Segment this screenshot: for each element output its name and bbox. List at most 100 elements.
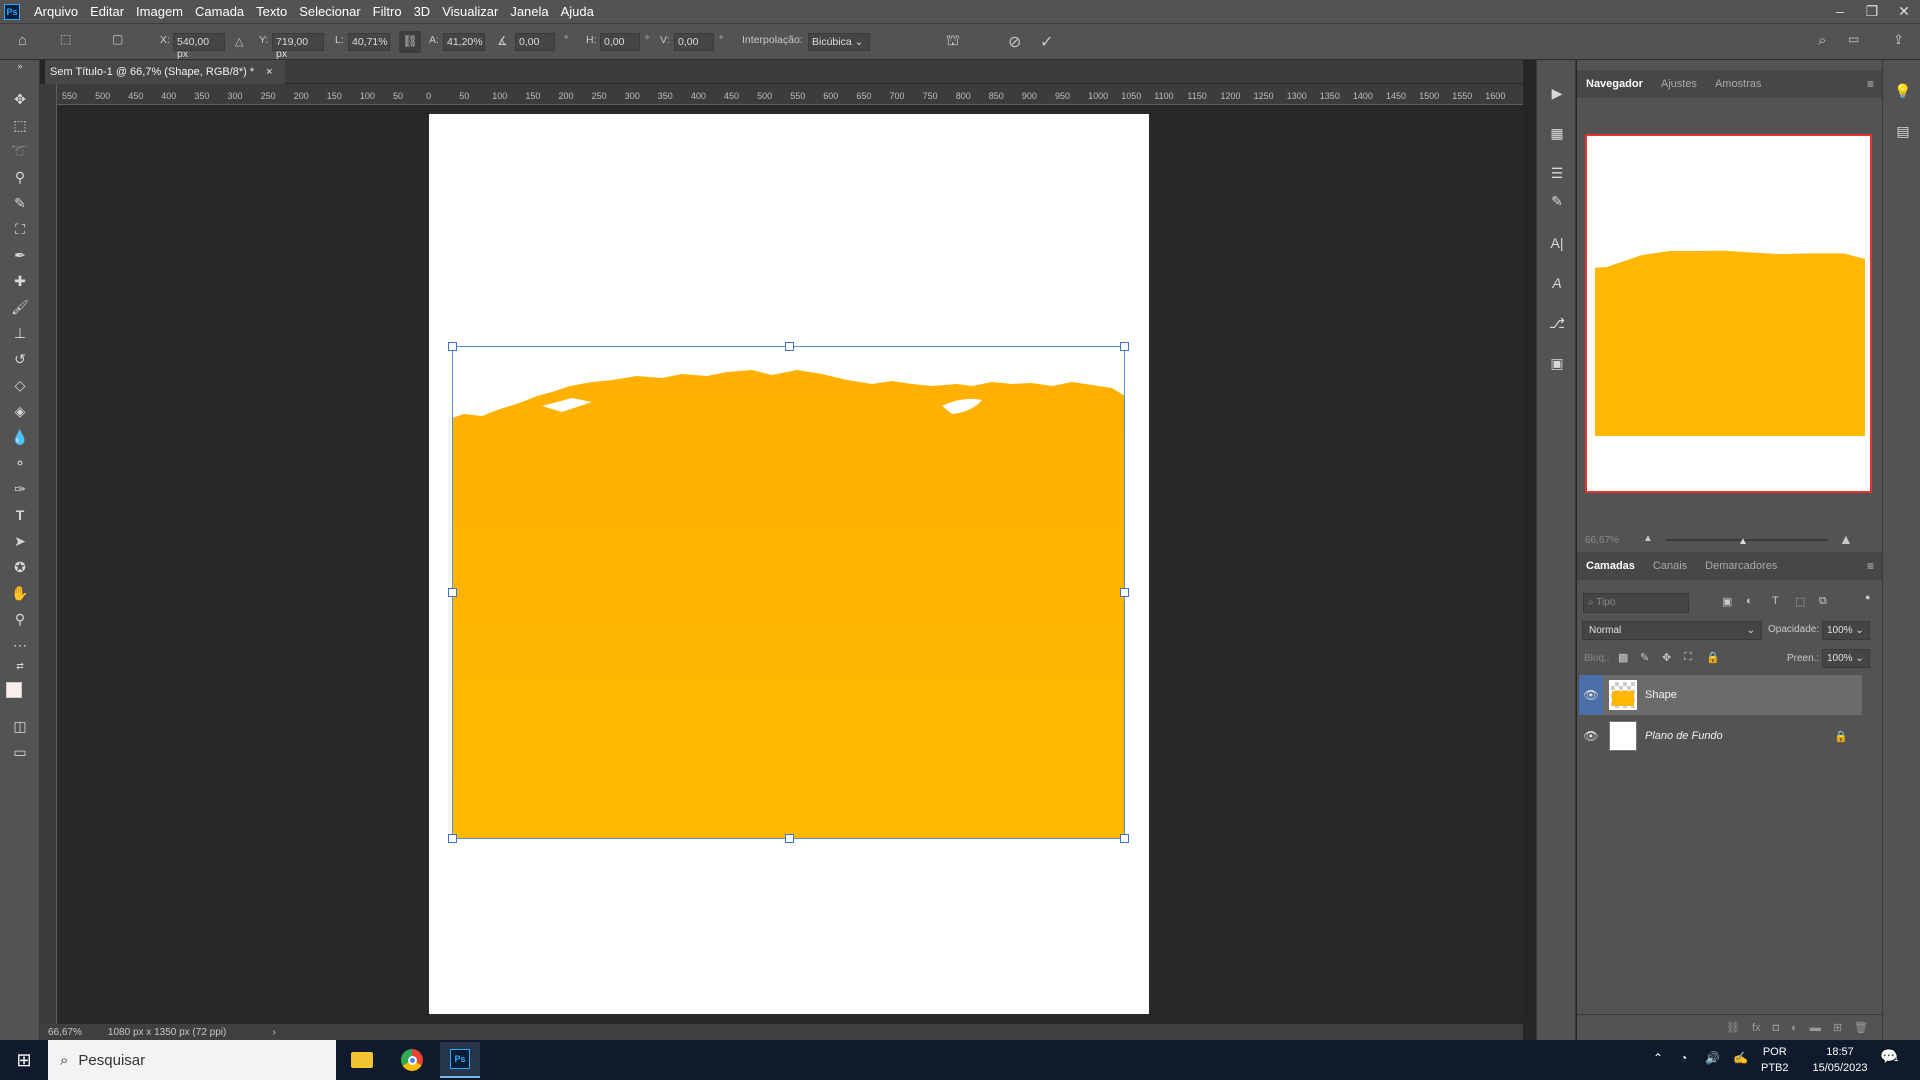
link-aspect-icon[interactable]: ⛓: [399, 31, 421, 53]
adjustment-layer-icon[interactable]: ◐: [1791, 1022, 1798, 1034]
brush-selection-icon[interactable]: ✎: [9, 192, 31, 214]
filter-toggle-icon[interactable]: ●: [1865, 592, 1870, 602]
brush-tool-icon[interactable]: 🖌: [9, 296, 31, 318]
interpolation-select[interactable]: Bicúbica ⌄: [808, 33, 870, 51]
file-explorer-icon[interactable]: [342, 1042, 382, 1078]
history-brush-icon[interactable]: ↺: [9, 348, 31, 370]
handle-middle-left[interactable]: [448, 588, 457, 597]
restore-icon[interactable]: ❐: [1856, 3, 1888, 20]
close-tab-icon[interactable]: ×: [266, 66, 272, 78]
document-tab[interactable]: Sem Título-1 @ 66,7% (Shape, RGB/8*) * ×: [45, 60, 285, 84]
new-group-icon[interactable]: ▬: [1810, 1022, 1821, 1034]
language-indicator[interactable]: POR PTB2: [1761, 1044, 1789, 1076]
lock-artboard-icon[interactable]: ⛶: [1684, 651, 1692, 664]
handle-top-right[interactable]: [1120, 342, 1129, 351]
histogram-icon[interactable]: ▦: [1546, 122, 1568, 144]
share-icon[interactable]: ⇪: [1893, 32, 1904, 48]
hskew-input[interactable]: 0,00: [600, 33, 640, 51]
vskew-input[interactable]: 0,00: [674, 33, 714, 51]
handle-bottom-right[interactable]: [1120, 834, 1129, 843]
character-icon[interactable]: A|: [1546, 232, 1568, 254]
notification-center-icon[interactable]: 💬1: [1880, 1048, 1898, 1065]
visibility-eye-icon[interactable]: 👁: [1579, 729, 1603, 743]
menu-editar[interactable]: Editar: [84, 0, 130, 23]
layer-name-background[interactable]: Plano de Fundo: [1645, 730, 1723, 742]
menu-ajuda[interactable]: Ajuda: [555, 0, 600, 23]
windows-start-icon[interactable]: ⊞: [0, 1050, 48, 1071]
network-icon[interactable]: ◔: [1680, 1051, 1687, 1065]
eraser-tool-icon[interactable]: ◇: [9, 374, 31, 396]
zoom-level[interactable]: 66,67%: [48, 1027, 82, 1038]
menu-filtro[interactable]: Filtro: [367, 0, 408, 23]
blur-tool-icon[interactable]: 💧: [9, 426, 31, 448]
menu-camada[interactable]: Camada: [189, 0, 250, 23]
width-input[interactable]: 40,71%: [348, 33, 390, 51]
glyphs-icon[interactable]: A: [1546, 272, 1568, 294]
swap-colors-icon[interactable]: ⇄: [9, 660, 31, 672]
collapse-toolbar-icon[interactable]: »: [9, 60, 31, 72]
screen-mode-icon[interactable]: ▭: [9, 741, 31, 763]
dodge-tool-icon[interactable]: ⚬: [9, 452, 31, 474]
libraries-icon[interactable]: ▣: [1546, 352, 1568, 374]
lock-position-icon[interactable]: ✥: [1662, 651, 1671, 664]
new-layer-icon[interactable]: ⊞: [1833, 1021, 1842, 1034]
filter-shape-icon[interactable]: ⬚: [1795, 595, 1805, 608]
relative-position-icon[interactable]: △: [235, 35, 243, 48]
move-tool-icon[interactable]: ✥: [9, 88, 31, 110]
magic-wand-tool-icon[interactable]: ⚲: [9, 166, 31, 188]
visibility-eye-icon[interactable]: 👁: [1579, 675, 1603, 715]
libraries-panel-icon[interactable]: ▤: [1892, 120, 1914, 142]
layer-filter-input[interactable]: ⌕ Tipo: [1583, 593, 1689, 613]
menu-arquivo[interactable]: Arquivo: [28, 0, 84, 23]
lock-transparent-icon[interactable]: ▩: [1618, 651, 1628, 664]
handle-top-center[interactable]: [785, 342, 794, 351]
quick-mask-icon[interactable]: ◫: [9, 715, 31, 737]
cancel-transform-icon[interactable]: ⊘: [1008, 32, 1021, 52]
workspace-icon[interactable]: ▭: [1848, 32, 1859, 46]
show-hidden-icons[interactable]: ⌃: [1653, 1051, 1663, 1065]
tab-camadas[interactable]: Camadas: [1577, 560, 1644, 572]
close-window-icon[interactable]: ✕: [1888, 3, 1920, 20]
handle-bottom-center[interactable]: [785, 834, 794, 843]
home-icon[interactable]: ⌂: [18, 32, 27, 49]
zoom-tool-icon[interactable]: ⚲: [9, 608, 31, 630]
handle-bottom-left[interactable]: [448, 834, 457, 843]
eyedropper-tool-icon[interactable]: ✒: [9, 244, 31, 266]
lasso-tool-icon[interactable]: ➰: [9, 140, 31, 162]
menu-3d[interactable]: 3D: [408, 0, 437, 23]
reference-point-icon[interactable]: ▢: [112, 32, 123, 46]
zoom-slider-thumb[interactable]: ▲: [1738, 536, 1748, 547]
paths-icon[interactable]: ⎇: [1546, 312, 1568, 334]
brushes-icon[interactable]: ✎: [1546, 190, 1568, 212]
blend-mode-select[interactable]: Normal ⌄: [1582, 621, 1762, 640]
pen-tool-icon[interactable]: ✑: [9, 478, 31, 500]
minimize-icon[interactable]: –: [1824, 3, 1856, 20]
opacity-input[interactable]: 100% ⌄: [1822, 621, 1870, 640]
handle-top-left[interactable]: [448, 342, 457, 351]
layer-row-shape[interactable]: 👁 Shape: [1579, 675, 1862, 715]
lock-all-icon[interactable]: 🔒: [1706, 651, 1720, 664]
foreground-color-swatch[interactable]: [6, 682, 22, 698]
zoom-in-icon[interactable]: ▲: [1839, 531, 1853, 547]
menu-janela[interactable]: Janela: [504, 0, 554, 23]
status-menu-icon[interactable]: ›: [272, 1027, 275, 1038]
healing-brush-icon[interactable]: ✚: [9, 270, 31, 292]
hand-tool-icon[interactable]: ✋: [9, 582, 31, 604]
transform-bounding-box[interactable]: [448, 342, 1129, 843]
fx-icon[interactable]: fx: [1752, 1022, 1761, 1034]
properties-icon[interactable]: ☰: [1546, 162, 1568, 184]
layer-name-shape[interactable]: Shape: [1645, 689, 1677, 701]
shape-tool-icon[interactable]: ✪: [9, 556, 31, 578]
clone-stamp-icon[interactable]: ⊥: [9, 322, 31, 344]
x-input[interactable]: 540,00 px: [173, 33, 225, 60]
layers-menu-icon[interactable]: ≡: [1867, 559, 1874, 573]
commit-transform-icon[interactable]: ✓: [1040, 32, 1053, 52]
height-input[interactable]: 41,20%: [443, 33, 485, 51]
tab-amostras[interactable]: Amostras: [1706, 78, 1770, 90]
navigator-preview[interactable]: [1585, 134, 1872, 493]
clock[interactable]: 18:57 15/05/2023: [1808, 1044, 1872, 1076]
tab-canais[interactable]: Canais: [1644, 560, 1696, 572]
delete-layer-icon[interactable]: 🗑: [1854, 1021, 1868, 1034]
angle-input[interactable]: 0,00: [515, 33, 555, 51]
handle-middle-right[interactable]: [1120, 588, 1129, 597]
